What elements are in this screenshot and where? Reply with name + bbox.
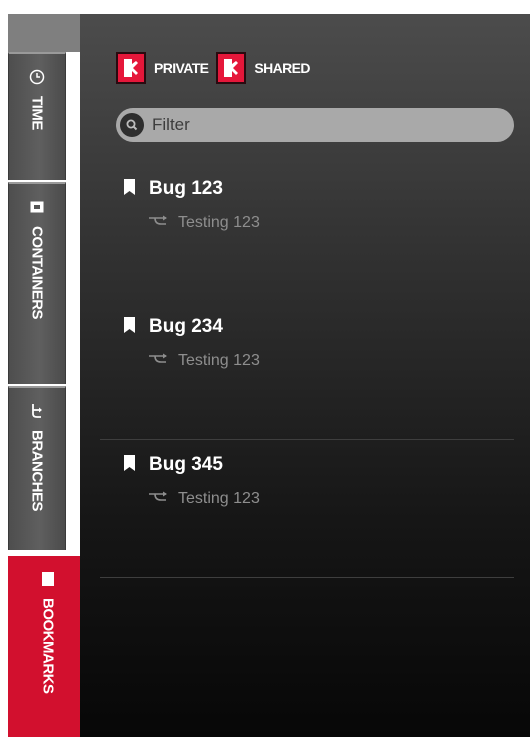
tab-bookmarks[interactable]: BOOKMARKS: [8, 556, 100, 737]
bookmark-icon: [124, 316, 135, 338]
tab-branches-label: BRANCHES: [28, 430, 46, 512]
tab-bookmarks-label: BOOKMARKS: [39, 598, 57, 694]
visibility-toggles: PRIVATE SHARED: [116, 52, 311, 84]
bookmark-icon: [124, 454, 135, 476]
tab-time[interactable]: TIME: [8, 52, 66, 180]
clock-icon: [28, 68, 46, 86]
shared-toggle[interactable]: SHARED: [216, 52, 311, 84]
filter-box: [116, 108, 514, 142]
bookmark-title: Bug 345: [149, 454, 223, 475]
branch-icon: [148, 490, 168, 508]
filter-input[interactable]: [152, 115, 492, 135]
bookmark-list: Bug 123 Testing 123 Bug 234 Testing 123 …: [100, 164, 514, 578]
container-icon: [28, 198, 46, 216]
bookmark-branch: Testing 123: [178, 214, 260, 231]
tab-containers[interactable]: CONTAINERS: [8, 182, 66, 384]
private-toggle[interactable]: PRIVATE: [116, 52, 209, 84]
shared-bookmark-icon: [216, 52, 247, 84]
tab-branches[interactable]: BRANCHES: [8, 386, 66, 550]
tab-time-label: TIME: [28, 96, 46, 130]
branch-icon: [148, 352, 168, 370]
divider: [100, 577, 514, 578]
bookmark-branch: Testing 123: [178, 490, 260, 507]
search-icon: [120, 113, 144, 137]
bookmark-title: Bug 123: [149, 178, 223, 199]
bookmark-icon: [39, 570, 57, 588]
bookmark-item[interactable]: Bug 345 Testing 123: [100, 440, 514, 578]
tab-rail: TIME CONTAINERS BRANCHES BOOKMARKS: [0, 0, 100, 737]
shared-label: SHARED: [254, 60, 310, 76]
branch-icon: [148, 214, 168, 232]
private-bookmark-icon: [116, 52, 146, 84]
bookmark-title: Bug 234: [149, 316, 223, 337]
private-label: PRIVATE: [154, 60, 209, 76]
bookmark-item[interactable]: Bug 123 Testing 123: [100, 164, 514, 302]
bookmarks-panel: PRIVATE SHARED Bug 123: [80, 14, 530, 737]
tab-containers-label: CONTAINERS: [28, 226, 46, 320]
bookmark-item[interactable]: Bug 234 Testing 123: [100, 302, 514, 440]
branch-icon: [28, 402, 46, 420]
bookmark-icon: [124, 178, 135, 200]
rail-top-block: [8, 14, 80, 52]
bookmark-branch: Testing 123: [178, 352, 260, 369]
